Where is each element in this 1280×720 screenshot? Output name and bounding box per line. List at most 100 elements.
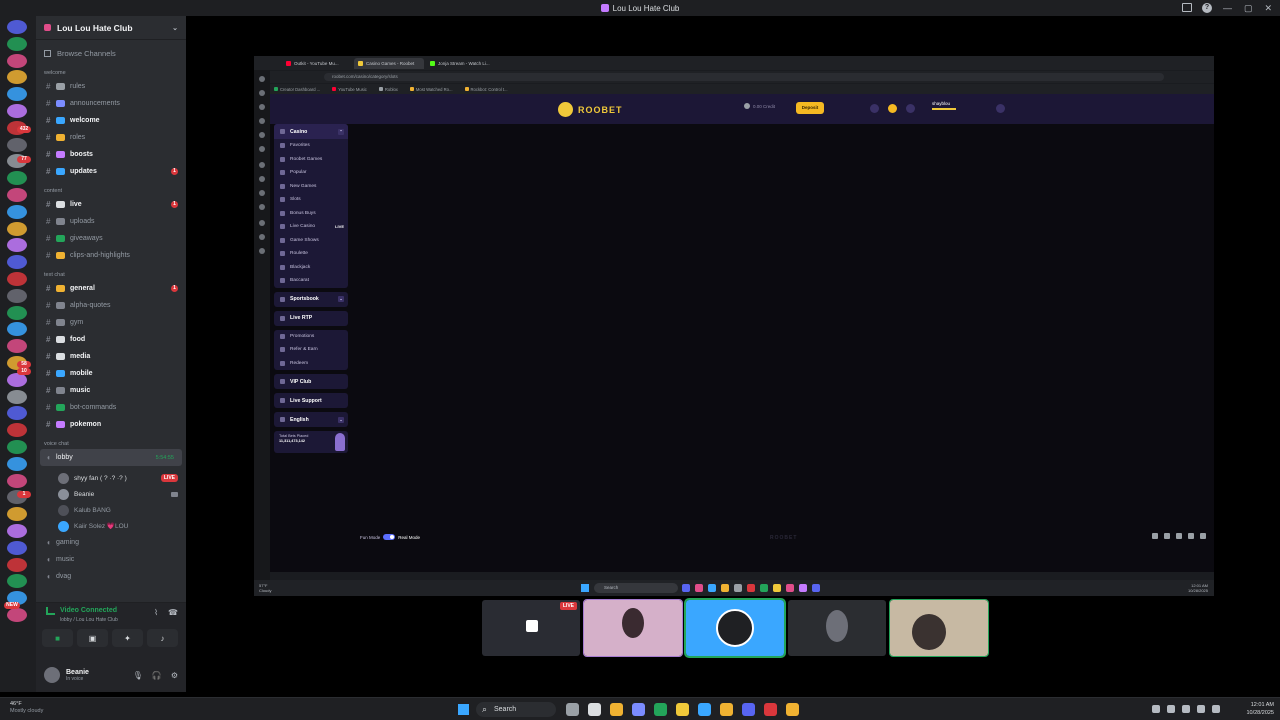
voice-channel-dvag[interactable]: ◖ dvag	[36, 568, 186, 585]
server-icon[interactable]	[7, 406, 27, 421]
channel-general[interactable]: # general 1	[36, 280, 186, 297]
avatar[interactable]	[44, 667, 60, 683]
browser-tab-stream[interactable]: Jonja Stream - Watch Li...	[426, 58, 506, 69]
bookmark[interactable]: Rockbot: Control t...	[465, 87, 508, 92]
battery-icon[interactable]	[1212, 705, 1220, 713]
channel-gym[interactable]: # gym	[36, 314, 186, 331]
server-header[interactable]: Lou Lou Hate Club ⌄	[36, 16, 186, 40]
browser-tab-roobet[interactable]: Casino Games - Roobet	[354, 58, 424, 69]
channel-updates[interactable]: # updates 1	[36, 163, 186, 180]
soundboard-button[interactable]: ♪	[147, 629, 178, 647]
fullscreen-icon[interactable]	[1200, 533, 1206, 539]
teams-icon[interactable]	[632, 703, 645, 716]
browser-tab-youtube[interactable]: Outkit - YouTube Mu...	[282, 58, 352, 69]
headset-icon[interactable]: 🎧	[152, 671, 162, 680]
server-icon[interactable]	[7, 456, 27, 471]
theater-icon[interactable]	[1188, 533, 1194, 539]
wallet-selector[interactable]: 0.00 Credit	[744, 103, 775, 109]
close-button[interactable]: ✕	[1264, 3, 1272, 14]
channel-roles[interactable]: # roles	[36, 129, 186, 146]
server-icon[interactable]	[7, 288, 27, 303]
task-view-icon[interactable]	[588, 703, 601, 716]
browse-channels[interactable]: Browse Channels	[36, 44, 186, 62]
category-content[interactable]: content	[36, 180, 186, 196]
app-tray-icon[interactable]	[1167, 705, 1175, 713]
menu-item-redeem[interactable]: Redeem	[274, 357, 348, 371]
category-text[interactable]: text chat	[36, 264, 186, 280]
channel-clips-and-highlights[interactable]: # clips-and-highlights	[36, 247, 186, 264]
voice-user[interactable]: Beanie	[36, 486, 186, 502]
browser-icon[interactable]	[720, 703, 733, 716]
server-icon[interactable]	[7, 557, 27, 572]
disconnect-icon[interactable]: ☎	[168, 608, 178, 617]
roobet-logo[interactable]: ROOBET	[558, 102, 623, 117]
camera-button[interactable]: ■	[42, 629, 73, 647]
chat-icon[interactable]	[996, 104, 1005, 113]
server-icon[interactable]	[7, 137, 27, 152]
server-icon[interactable]	[7, 221, 27, 236]
heart-icon[interactable]	[1152, 533, 1158, 539]
participant-tile[interactable]	[788, 600, 886, 656]
channel-rules[interactable]: # rules	[36, 78, 186, 95]
screen-share-button[interactable]: ▣	[77, 629, 108, 647]
server-icon[interactable]	[7, 204, 27, 219]
channel-bot-commands[interactable]: # bot-commands	[36, 399, 186, 416]
user-menu[interactable]: shayblou	[932, 101, 956, 110]
volume-icon[interactable]	[1197, 705, 1205, 713]
channel-media[interactable]: # media	[36, 348, 186, 365]
maximize-button[interactable]: ▢	[1244, 3, 1253, 14]
server-icon[interactable]	[7, 322, 27, 337]
server-icon[interactable]	[7, 524, 27, 538]
server-icon[interactable]	[7, 36, 27, 51]
url-field[interactable]: roobet.com/casino/category/slots	[324, 73, 1164, 81]
inbox-icon[interactable]	[1182, 3, 1192, 12]
server-icon[interactable]	[7, 389, 27, 404]
channel-music[interactable]: # music	[36, 382, 186, 399]
channel-mobile[interactable]: # mobile	[36, 365, 186, 382]
server-icon[interactable]	[7, 238, 27, 253]
chevron-up-icon[interactable]	[1152, 705, 1160, 713]
bell-icon[interactable]	[906, 104, 915, 113]
expand-icon[interactable]	[1176, 533, 1182, 539]
channel-alpha-quotes[interactable]: # alpha-quotes	[36, 297, 186, 314]
channel-welcome[interactable]: # welcome	[36, 112, 186, 129]
gallery-icon[interactable]	[786, 703, 799, 716]
menu-item-roobet-games[interactable]: Roobet Games	[274, 153, 348, 167]
channel-boosts[interactable]: # boosts	[36, 146, 186, 163]
rewards-icon[interactable]	[888, 104, 897, 113]
search-icon[interactable]	[870, 104, 879, 113]
server-icon[interactable]	[7, 574, 27, 589]
bookmark[interactable]: YouTube Music	[332, 87, 367, 92]
server-icon[interactable]	[7, 255, 27, 270]
server-icon[interactable]	[7, 171, 27, 186]
start-icon[interactable]	[458, 704, 469, 715]
taskbar-search[interactable]: Search	[476, 702, 556, 717]
language-selector[interactable]: English ⌄	[274, 412, 348, 427]
clock[interactable]: 12:01 AM 10/28/2025	[1246, 701, 1274, 717]
menu-item-slots[interactable]: Slots	[274, 193, 348, 207]
settings-gear-icon[interactable]: ⚙	[171, 671, 178, 680]
server-icon[interactable]	[7, 440, 27, 454]
stream-view[interactable]: Outkit - YouTube Mu... Casino Games - Ro…	[254, 56, 1214, 596]
file-explorer-icon[interactable]	[676, 703, 689, 716]
mode-toggle[interactable]: Fun Mode Real Mode	[360, 534, 420, 540]
category-voice[interactable]: voice chat	[36, 433, 186, 449]
mode-switch[interactable]	[383, 534, 396, 540]
participant-tile-speaking[interactable]	[684, 598, 786, 658]
noise-suppression-icon[interactable]: ⌇	[154, 608, 158, 617]
server-icon[interactable]	[7, 70, 27, 85]
bookmark[interactable]: Roblox	[379, 87, 398, 92]
server-icon[interactable]	[7, 20, 27, 34]
channel-pokemon[interactable]: # pokemon	[36, 416, 186, 433]
server-icon[interactable]	[7, 339, 27, 354]
menu-item-casino[interactable]: Casino ⌃	[274, 124, 348, 139]
bookmark[interactable]: Most Watched Ro...	[410, 87, 453, 92]
menu-item-baccarat[interactable]: Baccarat	[274, 274, 348, 288]
menu-item-new-games[interactable]: New Games	[274, 180, 348, 194]
category-welcome[interactable]: welcome	[36, 62, 186, 78]
server-icon[interactable]	[7, 53, 27, 68]
server-icon[interactable]	[7, 507, 27, 522]
chat-bubble-icon[interactable]	[1164, 533, 1170, 539]
server-icon[interactable]	[7, 305, 27, 320]
server-icon[interactable]	[7, 473, 27, 488]
